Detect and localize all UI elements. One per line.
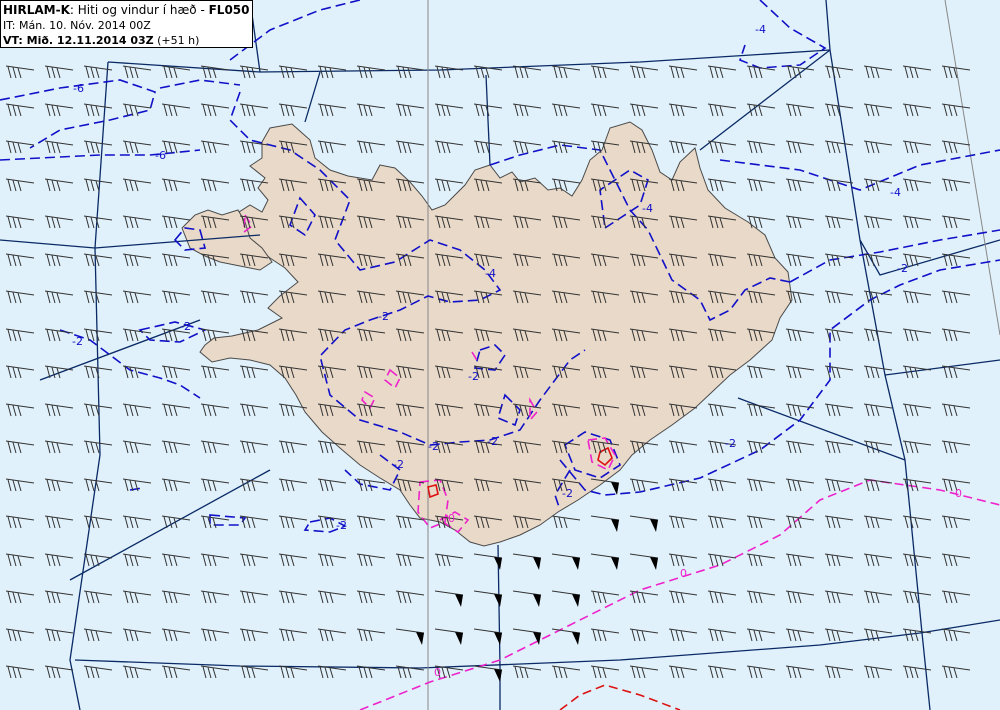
valid-time-line: VT: Mið. 12.11.2014 03Z (+51 h) bbox=[3, 33, 250, 48]
model-name: HIRLAM-K bbox=[3, 3, 70, 17]
isotherm-label: -2 bbox=[180, 320, 191, 333]
map-description: Hiti og vindur í hæð - bbox=[77, 3, 209, 17]
isotherm-label: -4 bbox=[485, 267, 496, 280]
isotherm-label: -2 bbox=[725, 437, 736, 450]
isotherm-label: -2 bbox=[897, 262, 908, 275]
isotherm-label: -6 bbox=[73, 82, 84, 95]
forecast-offset: (+51 h) bbox=[153, 34, 200, 47]
weather-map: -6 -6 -4 -4 -4 -4 -2 -2 -2 -2 -2 -2 -2 -… bbox=[0, 0, 1000, 710]
header-title-line: HIRLAM-K: Hiti og vindur í hæð - FL050 bbox=[3, 3, 250, 18]
isotherm-label: -2 bbox=[428, 440, 439, 453]
isotherm-label: -2 bbox=[72, 335, 83, 348]
isotherm-label: 0 bbox=[434, 666, 441, 679]
map-header: HIRLAM-K: Hiti og vindur í hæð - FL050 I… bbox=[0, 0, 253, 48]
isotherm-label: -4 bbox=[642, 202, 653, 215]
isotherm-label: -2 bbox=[378, 310, 389, 323]
isotherm-label: 0 bbox=[955, 487, 962, 500]
init-time: IT: Mán. 10. Nóv. 2014 00Z bbox=[3, 19, 151, 32]
isotherm-label: -4 bbox=[755, 23, 766, 36]
isotherm-label: 0 bbox=[448, 512, 455, 525]
isotherm-label: -4 bbox=[890, 186, 901, 199]
isotherm-label: -2 bbox=[393, 458, 404, 471]
flight-level: FL050 bbox=[208, 3, 250, 17]
isotherm-label: -2 bbox=[336, 519, 347, 532]
isotherm-label: -2 bbox=[468, 370, 479, 383]
isotherm-label: -6 bbox=[155, 149, 166, 162]
valid-time: VT: Mið. 12.11.2014 03Z bbox=[3, 34, 154, 47]
isotherm-label: -2 bbox=[487, 435, 498, 448]
isotherm-label: 0 bbox=[680, 567, 687, 580]
isotherm-label: -2 bbox=[562, 487, 573, 500]
title-separator: : bbox=[69, 3, 78, 17]
